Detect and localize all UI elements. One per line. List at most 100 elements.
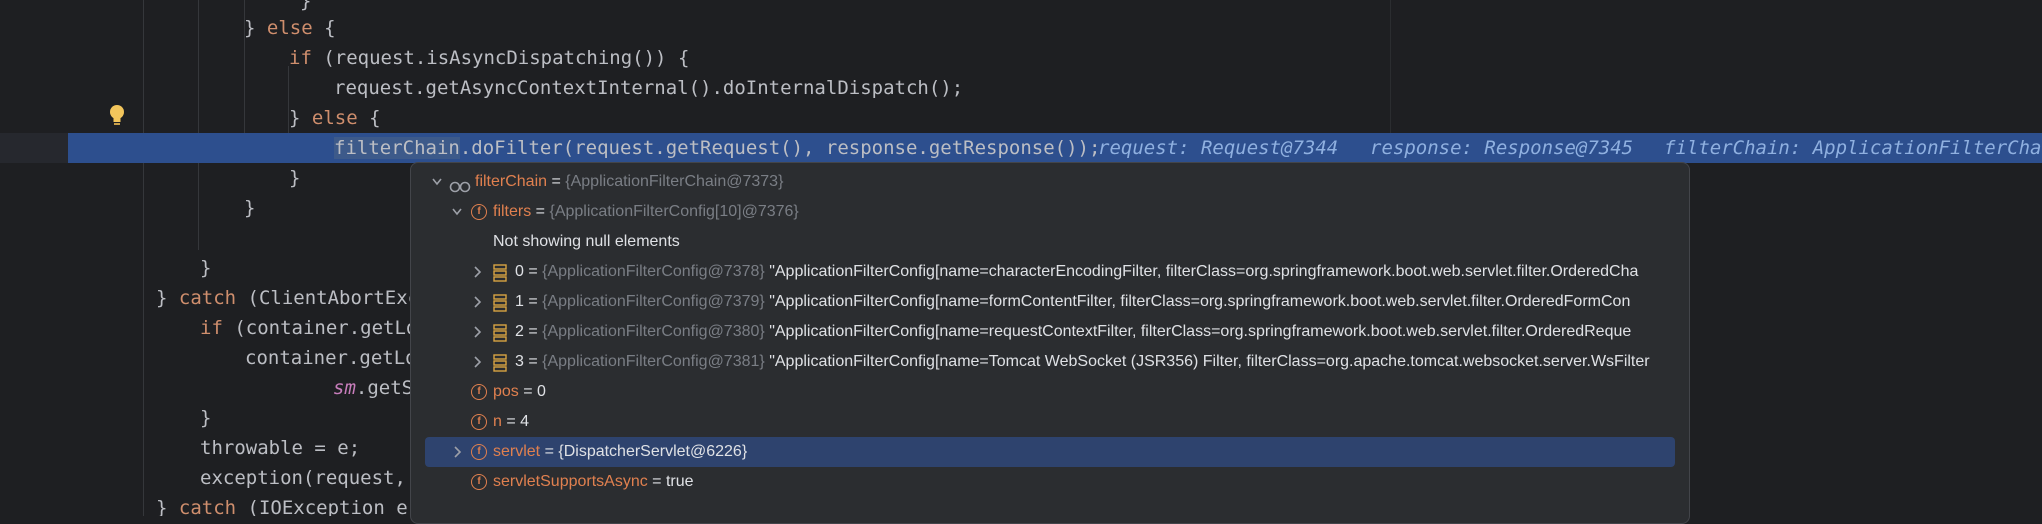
tree-row-text: 3 = {ApplicationFilterConfig@7381} "Appl… (515, 347, 1650, 377)
tree-row-filterchain[interactable]: filterChain = {ApplicationFilterChain@73… (425, 167, 1675, 197)
keyword-token: if (289, 47, 312, 69)
keyword-token: else (266, 17, 313, 39)
tree-row-text: servletSupportsAsync = true (493, 467, 694, 497)
tree-row-text: servlet = {DispatcherServlet@6226} (493, 437, 747, 467)
code-token: } (156, 287, 179, 309)
array-element-icon (493, 293, 507, 312)
tree-row-text: n = 4 (493, 407, 529, 437)
chevron-down-icon[interactable] (429, 167, 445, 197)
chevron-right-icon[interactable] (469, 287, 485, 317)
equals-sign: = (523, 353, 543, 370)
execution-code-line: filterChain.doFilter(request.getRequest(… (0, 133, 2042, 163)
code-token: } (156, 497, 179, 516)
code-token: } (289, 107, 312, 129)
variable-value: true (665, 473, 694, 490)
equals-sign: = (547, 173, 566, 190)
code-text: } else { (244, 13, 336, 43)
code-line: if (request.isAsyncDispatching()) { (0, 43, 2042, 73)
code-text: } else { (289, 103, 381, 133)
tree-row-filter-item[interactable]: 1 = {ApplicationFilterConfig@7379} "Appl… (425, 287, 1675, 317)
tree-row-filter-item[interactable]: 2 = {ApplicationFilterConfig@7380} "Appl… (425, 317, 1675, 347)
variable-name: servletSupportsAsync (493, 473, 648, 490)
code-text: request.getAsyncContextInternal().doInte… (334, 77, 964, 99)
code-token: (ClientAbortExc (236, 287, 420, 309)
code-token: { (312, 17, 336, 39)
static-field-token: sm (333, 377, 356, 399)
debug-value-popup[interactable]: filterChain = {ApplicationFilterChain@73… (410, 162, 1690, 524)
keyword-token: catch (178, 497, 237, 516)
chevron-right-icon[interactable] (469, 257, 485, 287)
variable-value: {ApplicationFilterChain@7373} (565, 173, 784, 190)
equals-sign: = (523, 293, 543, 310)
tree-row-pos[interactable]: f pos = 0 (425, 377, 1675, 407)
equals-sign: = (518, 383, 538, 400)
tree-row-text: 1 = {ApplicationFilterConfig@7379} "Appl… (515, 287, 1630, 317)
tree-row-servlet[interactable]: f servlet = {DispatcherServlet@6226} (425, 437, 1675, 467)
field-icon: f (471, 444, 487, 460)
keyword-token: catch (178, 287, 237, 309)
code-token: .doFilter(request.getRequest(), response… (459, 137, 1101, 159)
code-token: (IOException e) (236, 497, 420, 516)
array-element-icon (493, 263, 507, 282)
code-text: } catch (ClientAbortExc (156, 283, 419, 313)
code-token: (request.isAsyncDispatching()) { (311, 47, 690, 69)
code-line: } else { (0, 103, 2042, 133)
selected-identifier[interactable]: filterChain (334, 137, 460, 159)
variable-name: servlet (493, 443, 541, 460)
code-text: } (200, 257, 212, 279)
null-elements-note: Not showing null elements (493, 233, 680, 250)
keyword-token: if (200, 317, 223, 339)
field-icon: f (471, 384, 487, 400)
field-icon: f (471, 204, 487, 220)
code-text: if (request.isAsyncDispatching()) { (289, 43, 689, 73)
tree-row-text: filters = {ApplicationFilterConfig[10]@7… (493, 197, 799, 227)
equals-sign: = (523, 323, 543, 340)
equals-sign: = (531, 203, 550, 220)
tree-row-text: 2 = {ApplicationFilterConfig@7380} "Appl… (515, 317, 1631, 347)
chevron-right-icon[interactable] (449, 437, 465, 467)
array-index: 0 (515, 263, 524, 280)
code-text: filterChain.doFilter(request.getRequest(… (334, 133, 1100, 163)
tree-row-null-note: Not showing null elements (425, 227, 1675, 257)
tree-row-filter-item[interactable]: 3 = {ApplicationFilterConfig@7381} "Appl… (425, 347, 1675, 377)
code-line: } else { (0, 13, 2042, 43)
variable-value: {ApplicationFilterConfig[10]@7376} (549, 203, 799, 220)
object-reference: {ApplicationFilterConfig@7380} (542, 323, 765, 340)
code-text: if (container.getLo (200, 313, 417, 343)
tree-row-n[interactable]: f n = 4 (425, 407, 1675, 437)
code-text: sm.getS (333, 373, 413, 403)
equals-sign: = (523, 263, 543, 280)
equals-sign: = (647, 473, 666, 490)
object-tostring: "ApplicationFilterConfig[name=characterE… (764, 263, 1639, 280)
object-tostring: "ApplicationFilterConfig[name=requestCon… (764, 323, 1632, 340)
chevron-down-icon[interactable] (449, 197, 465, 227)
chevron-right-icon[interactable] (469, 317, 485, 347)
variable-name: filterChain (475, 173, 548, 190)
code-text: } (244, 197, 256, 219)
tree-row-servletsupportsasync[interactable]: f servletSupportsAsync = true (425, 467, 1675, 497)
code-token: .getS (355, 377, 414, 399)
field-icon: f (471, 474, 487, 490)
code-text: } (200, 407, 212, 429)
inline-value-hint[interactable]: filterChain: ApplicationFilterChai (1664, 133, 2042, 163)
object-tostring: "ApplicationFilterConfig[name=formConten… (764, 293, 1631, 310)
array-index: 2 (515, 323, 524, 340)
inline-value-hint[interactable]: request: Request@7344 (1098, 133, 1338, 163)
object-reference: {ApplicationFilterConfig@7378} (542, 263, 765, 280)
variable-name: n (493, 413, 502, 430)
object-reference: {ApplicationFilterConfig@7381} (542, 353, 765, 370)
tree-row-text: pos = 0 (493, 377, 546, 407)
inline-value-hint[interactable]: response: Response@7345 (1370, 133, 1633, 163)
variable-name: filters (493, 203, 532, 220)
field-icon: f (471, 414, 487, 430)
tree-row-filters[interactable]: f filters = {ApplicationFilterConfig[10]… (425, 197, 1675, 227)
array-element-icon (493, 353, 507, 372)
chevron-right-icon[interactable] (469, 347, 485, 377)
code-text: } (289, 167, 301, 189)
tree-row-text: 0 = {ApplicationFilterConfig@7378} "Appl… (515, 257, 1638, 287)
equals-sign: = (540, 443, 559, 460)
tree-row-filter-item[interactable]: 0 = {ApplicationFilterConfig@7378} "Appl… (425, 257, 1675, 287)
code-line: request.getAsyncContextInternal().doInte… (0, 73, 2042, 103)
code-token: (container.getLo (222, 317, 418, 339)
array-element-icon (493, 323, 507, 342)
